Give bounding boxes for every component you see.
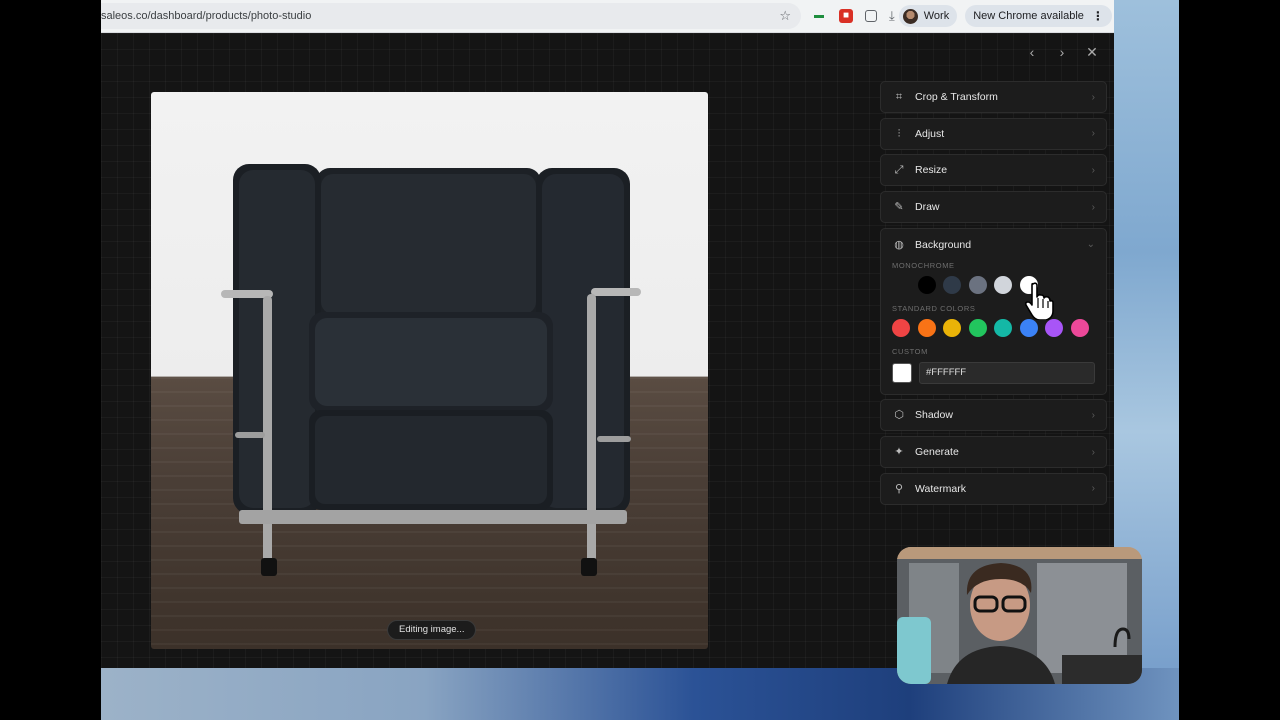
close-icon[interactable]: ✕ [1086, 43, 1098, 61]
tool-label: Watermark [915, 482, 966, 495]
monochrome-heading: MONOCHROME [892, 260, 955, 270]
downloads-icon[interactable]: ⤓ [889, 8, 895, 24]
pencil-icon: ✎ [894, 201, 904, 214]
profile-avatar [902, 8, 918, 24]
extension-red-icon[interactable]: ■ [839, 9, 853, 23]
background-section: ◍ Background ⌄ MONOCHROME STANDARD COLOR… [880, 227, 1107, 395]
standard-color-swatch[interactable] [1045, 318, 1063, 337]
standard-color-swatch[interactable] [968, 318, 987, 337]
tool-label: Resize [915, 164, 948, 177]
monochrome-swatches [892, 275, 1095, 294]
sparkles-icon: ✦ [894, 446, 904, 459]
custom-color-row [892, 361, 1095, 384]
tool-resize[interactable]: ⤢ Resize › [880, 154, 1107, 187]
monochrome-color-swatch[interactable] [943, 275, 961, 294]
extension-green-icon[interactable]: ▬ [811, 9, 827, 23]
tool-label: Background [915, 238, 972, 251]
bookmark-star-icon[interactable]: ☆ [779, 8, 791, 24]
webcam-overlay [897, 547, 1142, 684]
cube-icon: ⬡ [894, 409, 904, 422]
palette-icon: ◍ [894, 238, 904, 251]
sliders-icon: ⫶ [897, 127, 901, 140]
chrome-update-button[interactable]: New Chrome available ⋮ [965, 5, 1112, 27]
tool-label: Draw [915, 201, 940, 214]
chrome-update-label: New Chrome available [973, 10, 1084, 22]
chrome-menu-icon[interactable]: ⋮ [1092, 9, 1104, 23]
monochrome-color-swatch[interactable] [994, 275, 1012, 294]
tool-label: Generate [915, 446, 959, 459]
standard-color-swatch[interactable] [994, 318, 1012, 337]
crop-icon: ⌗ [895, 91, 903, 103]
standard-color-swatches [892, 318, 1095, 337]
tool-draw[interactable]: ✎ Draw › [880, 191, 1107, 224]
chevron-right-icon: › [1091, 446, 1095, 458]
product-photo[interactable]: Editing image... [151, 92, 708, 649]
tool-generate[interactable]: ✦ Generate › [880, 436, 1107, 469]
armchair-image [221, 164, 641, 576]
standard-color-swatch[interactable] [1070, 318, 1089, 337]
tool-background[interactable]: ◍ Background ⌄ [892, 229, 1095, 261]
chevron-right-icon: › [1091, 201, 1095, 213]
tool-label: Adjust [915, 127, 945, 140]
address-bar[interactable]: saleos.co/dashboard/products/photo-studi… [101, 3, 801, 29]
next-chevron-icon[interactable]: › [1056, 43, 1068, 61]
profile-button[interactable]: Work [898, 5, 958, 27]
chevron-down-icon: ⌄ [1086, 239, 1095, 251]
custom-color-swatch[interactable] [892, 362, 912, 383]
standard-color-swatch[interactable] [917, 318, 936, 337]
custom-heading: CUSTOM [892, 346, 928, 356]
monochrome-color-swatch[interactable] [892, 276, 910, 294]
tool-adjust[interactable]: ⫶ Adjust › [880, 117, 1107, 150]
custom-color-input[interactable] [919, 361, 1095, 384]
tool-crop-transform[interactable]: ⌗ Crop & Transform › [880, 81, 1107, 113]
hand-cursor-icon [1024, 282, 1054, 320]
modal-controls: ‹ › ✕ [1026, 43, 1114, 61]
stamp-icon: ⚲ [894, 482, 904, 495]
standard-color-swatch[interactable] [1019, 318, 1038, 337]
editing-status-pill: Editing image... [387, 620, 477, 640]
chevron-right-icon: › [1091, 128, 1095, 140]
standard-colors-heading: STANDARD COLORS [892, 303, 976, 313]
resize-icon: ⤢ [894, 164, 904, 177]
webcam-feed [897, 547, 1142, 684]
tool-label: Shadow [915, 409, 953, 422]
extensions-puzzle-icon[interactable] [865, 10, 877, 22]
address-bar-url[interactable]: saleos.co/dashboard/products/photo-studi… [101, 10, 311, 22]
monochrome-color-swatch[interactable] [968, 275, 987, 294]
browser-toolbar: saleos.co/dashboard/products/photo-studi… [101, 0, 1114, 33]
standard-color-swatch[interactable] [943, 318, 961, 337]
standard-color-swatch[interactable] [892, 318, 910, 337]
chevron-right-icon: › [1091, 409, 1095, 421]
tool-shadow[interactable]: ⬡ Shadow › [880, 399, 1107, 432]
tools-panel: ⌗ Crop & Transform › ⫶ Adjust › ⤢ Resize… [880, 81, 1107, 510]
tool-label: Crop & Transform [915, 91, 998, 103]
previous-chevron-icon[interactable]: ‹ [1026, 43, 1038, 61]
tool-watermark[interactable]: ⚲ Watermark › [880, 472, 1107, 505]
monochrome-color-swatch[interactable] [917, 275, 936, 294]
chevron-right-icon: › [1091, 164, 1095, 176]
chevron-right-icon: › [1091, 483, 1095, 495]
chevron-right-icon: › [1091, 91, 1095, 103]
profile-label: Work [923, 10, 950, 22]
